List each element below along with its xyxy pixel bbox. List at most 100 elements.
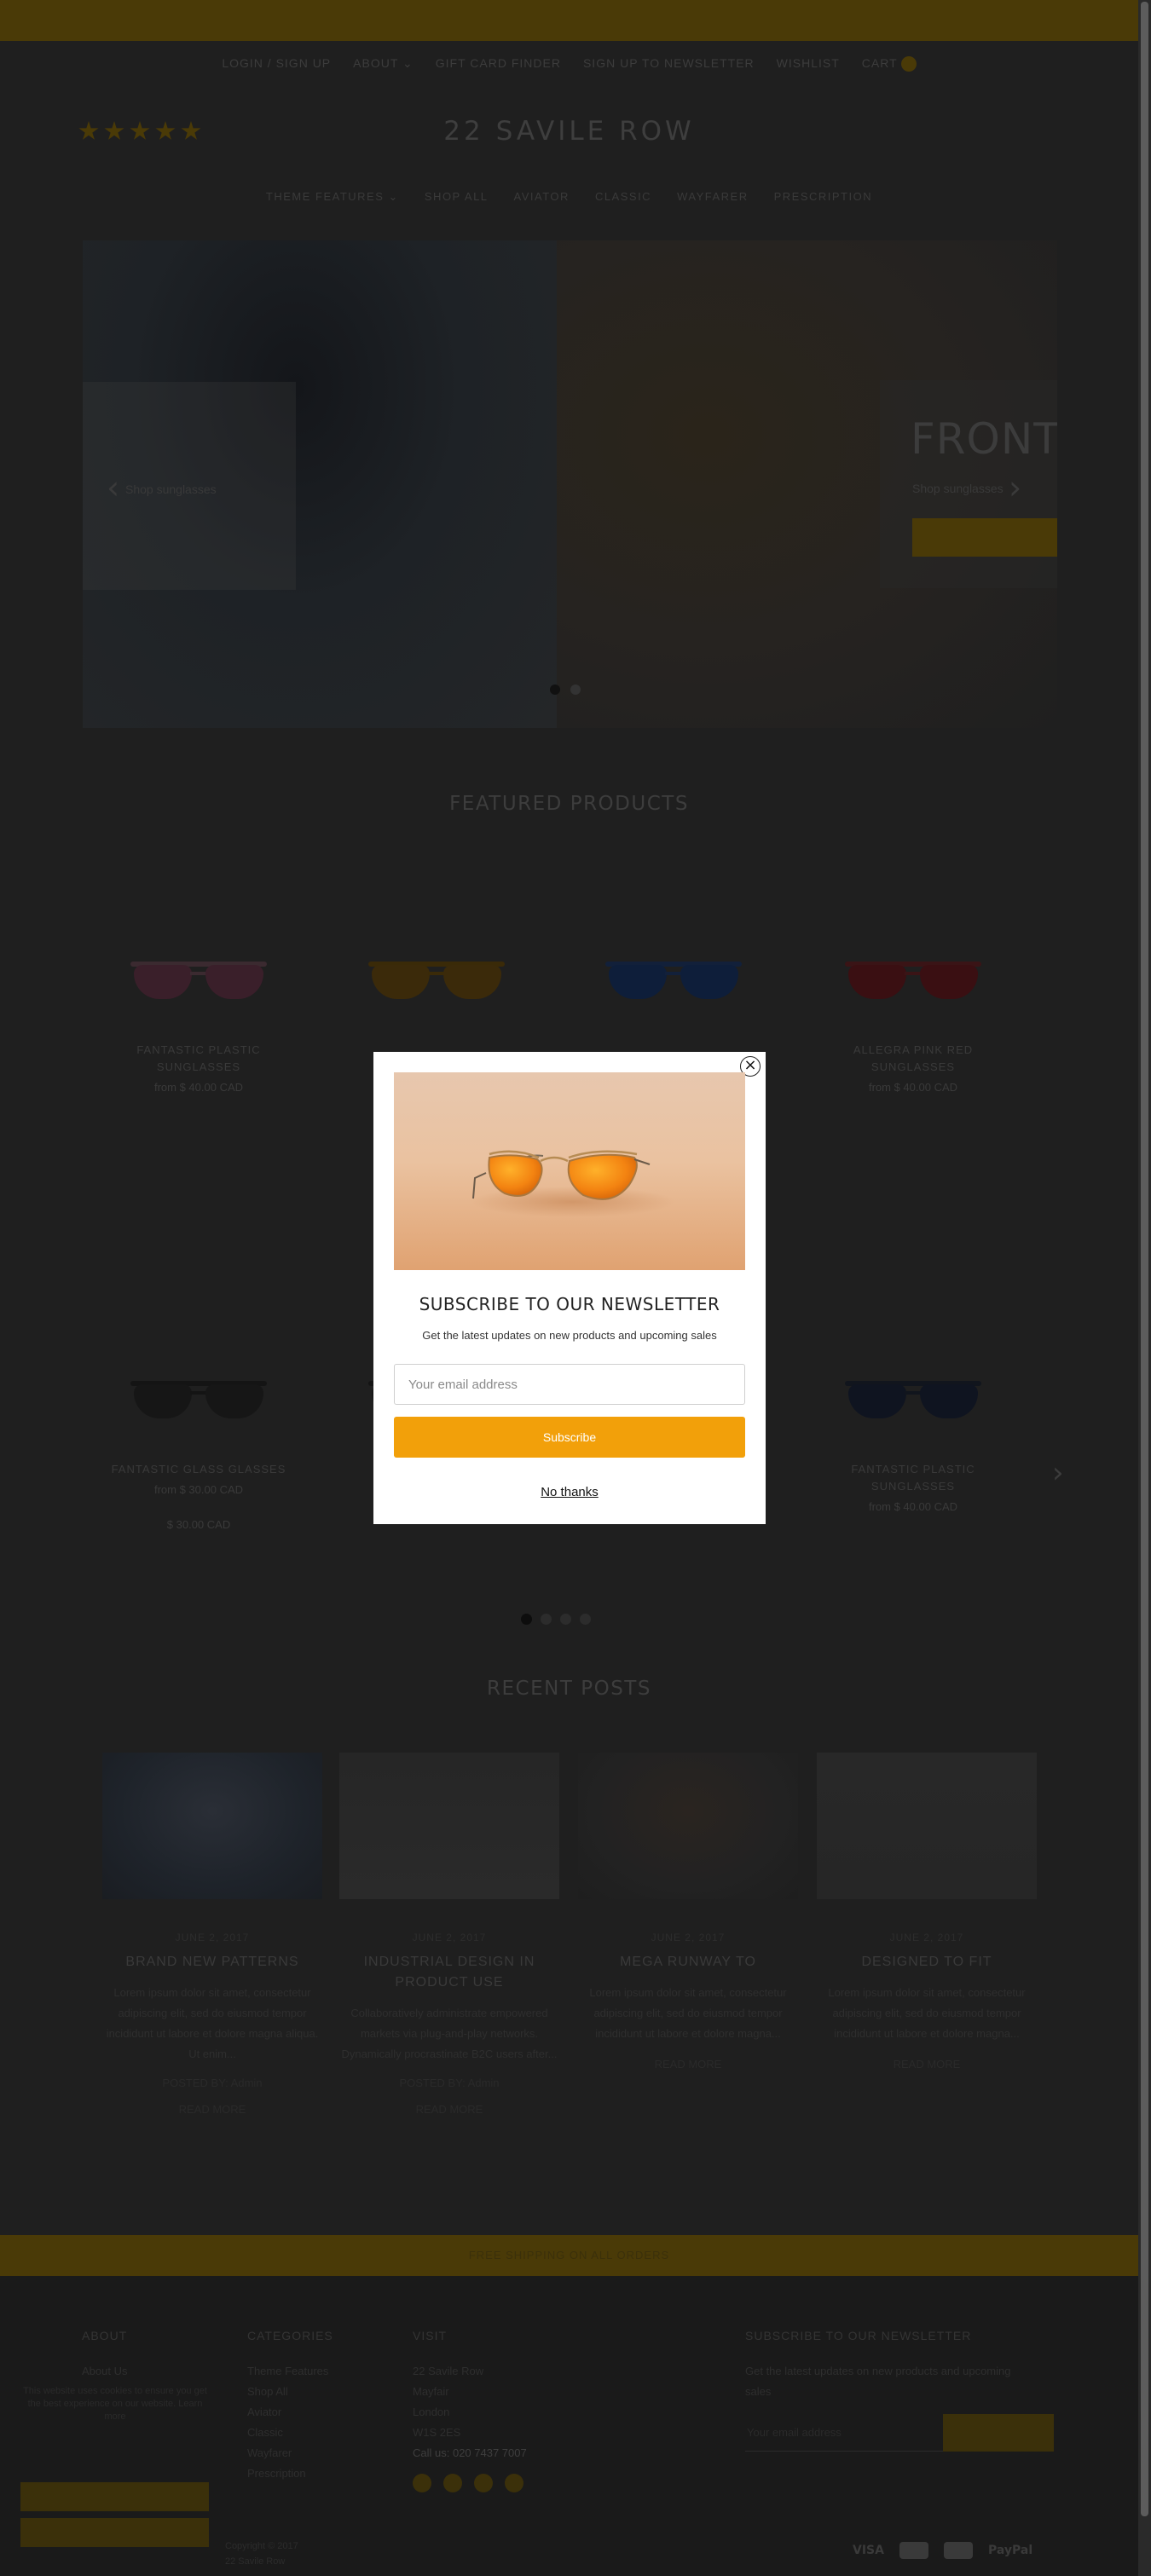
footer-cat-link[interactable]: Theme Features [247, 2361, 333, 2382]
pinterest-icon[interactable] [474, 2474, 493, 2492]
hero-subtitle[interactable]: Shop sunglasses [912, 482, 1004, 495]
post-thumbnail[interactable] [578, 1753, 798, 1899]
blog-post-card: JUNE 2, 2017 INDUSTRIAL DESIGN IN PRODUCT… [339, 1753, 559, 2116]
footer-cat-link[interactable]: Prescription [247, 2463, 333, 2484]
address-line: 22 Savile Row [413, 2365, 484, 2377]
product-image[interactable] [105, 934, 292, 1019]
product-dot[interactable] [521, 1614, 532, 1625]
nav-aviator[interactable]: AVIATOR [514, 190, 570, 204]
cookie-learn-button[interactable] [20, 2518, 209, 2547]
nav-theme-features[interactable]: THEME FEATURES ⌄ [266, 190, 399, 204]
post-title[interactable]: BRAND NEW PATTERNS [102, 1952, 322, 1972]
nav-shop-all[interactable]: SHOP ALL [425, 190, 489, 204]
hero-shop-button[interactable] [912, 518, 1057, 557]
hero-dot[interactable] [570, 684, 581, 695]
newsletter-link[interactable]: SIGN UP TO NEWSLETTER [583, 56, 755, 72]
no-thanks-link[interactable]: No thanks [373, 1485, 766, 1499]
footer-subscribe-button[interactable] [943, 2414, 1054, 2452]
post-thumbnail[interactable] [102, 1753, 322, 1899]
read-more-link[interactable]: READ MORE [339, 2103, 559, 2116]
hero-next-arrow-icon[interactable]: › [1009, 469, 1021, 506]
hero-title: FRONTPA [911, 414, 1057, 464]
scrollbar[interactable] [1138, 0, 1151, 2576]
footer-visit: VISIT 22 Savile Row Mayfair London W1S 2… [413, 2325, 527, 2492]
footer-visit-heading: VISIT [413, 2329, 448, 2342]
product-dot[interactable] [560, 1614, 571, 1625]
post-date: JUNE 2, 2017 [889, 1932, 964, 1944]
nav-prescription[interactable]: PRESCRIPTION [774, 190, 873, 204]
product-image[interactable] [819, 1354, 1007, 1439]
product-card[interactable]: FANTASTIC GLASS GLASSES from $ 30.00 CAD $… [96, 1354, 301, 1531]
post-date: JUNE 2, 2017 [651, 1932, 726, 1944]
read-more-link[interactable]: READ MORE [102, 2103, 322, 2116]
bridge-shape [905, 1391, 922, 1395]
wishlist-link[interactable]: WISHLIST [777, 56, 840, 72]
footer-cat-link[interactable]: Shop All [247, 2382, 333, 2402]
hero-pagination [550, 684, 581, 695]
product-image[interactable] [819, 934, 1007, 1019]
blog-post-card: JUNE 2, 2017 MEGA RUNWAY TO Lorem ipsum do… [578, 1753, 798, 2071]
nav-wayfarer[interactable]: WAYFARER [677, 190, 749, 204]
blog-post-card: JUNE 2, 2017 BRAND NEW PATTERNS Lorem ipsu… [102, 1753, 322, 2116]
footer-email-field[interactable]: Your email address [745, 2414, 943, 2452]
promo-text: FREE SHIPPING ON ALL ORDERS [468, 2249, 670, 2261]
utility-nav: LOGIN / SIGN UP ABOUT ⌄ GIFT CARD FINDER… [0, 56, 1138, 72]
footer-subscribe: SUBSCRIBE TO OUR NEWSLETTER Get the late… [745, 2325, 1027, 2402]
subscribe-button[interactable]: Subscribe [394, 1417, 745, 1458]
product-dot[interactable] [541, 1614, 552, 1625]
hero-subtitle-left[interactable]: Shop sunglasses [125, 482, 217, 496]
product-image[interactable] [580, 934, 767, 1019]
modal-title: SUBSCRIBE TO OUR NEWSLETTER [419, 1294, 720, 1314]
footer-cat-link[interactable]: Wayfarer [247, 2443, 333, 2463]
site-logo[interactable]: 22 SAVILE ROW [0, 116, 1138, 147]
read-more-link[interactable]: READ MORE [817, 2058, 1037, 2071]
product-image[interactable] [105, 1354, 292, 1439]
visa-icon: VISA [853, 2544, 884, 2557]
product-name[interactable]: FANTASTIC PLASTIC SUNGLASSES [811, 1461, 1015, 1495]
twitter-icon[interactable] [443, 2474, 462, 2492]
cart-link[interactable]: CART [862, 56, 917, 72]
product-card[interactable]: ALLEGRA PINK RED SUNGLASSES from $ 40.00 … [811, 934, 1015, 1116]
product-dot[interactable] [580, 1614, 591, 1625]
about-link[interactable]: ABOUT ⌄ [353, 56, 414, 72]
post-title[interactable]: DESIGNED TO FIT [817, 1952, 1037, 1972]
product-card[interactable]: FANTASTIC PLASTIC SUNGLASSES from $ 40.00… [811, 1354, 1015, 1535]
product-card[interactable] [571, 934, 776, 1042]
product-image[interactable] [343, 934, 530, 1019]
footer-cat-link[interactable]: Aviator [247, 2402, 333, 2423]
lens-shape [205, 1384, 263, 1418]
hero-prev-arrow-icon[interactable]: ‹ [107, 469, 119, 506]
lens-shape [205, 965, 263, 999]
footer-about-link[interactable]: About Us [82, 2361, 127, 2382]
instagram-icon[interactable] [505, 2474, 523, 2492]
product-name[interactable]: FANTASTIC PLASTIC SUNGLASSES [96, 1042, 301, 1076]
lens-shape [680, 965, 738, 999]
facebook-icon[interactable] [413, 2474, 431, 2492]
cookie-ok-button[interactable] [20, 2482, 209, 2511]
carousel-next-arrow-icon[interactable]: › [1052, 1456, 1064, 1490]
phone-number: Call us: 020 7437 7007 [413, 2446, 527, 2459]
product-extra-price: $ 30.00 CAD [166, 1518, 231, 1531]
footer-cat-link[interactable]: Classic [247, 2423, 333, 2443]
product-price: from $ 30.00 CAD [153, 1483, 244, 1496]
post-title[interactable]: MEGA RUNWAY TO [578, 1952, 798, 1972]
post-thumbnail[interactable] [339, 1753, 559, 1899]
post-thumbnail[interactable] [817, 1753, 1037, 1899]
product-name[interactable]: FANTASTIC GLASS GLASSES [96, 1461, 301, 1478]
gift-card-link[interactable]: GIFT CARD FINDER [436, 56, 561, 72]
lens-shape [134, 1384, 192, 1418]
product-name[interactable]: ALLEGRA PINK RED SUNGLASSES [811, 1042, 1015, 1076]
product-card[interactable] [334, 934, 539, 1042]
nav-classic[interactable]: CLASSIC [595, 190, 651, 204]
scrollbar-thumb[interactable] [1141, 2, 1148, 2516]
email-input[interactable] [394, 1364, 745, 1405]
hero-dot[interactable] [550, 684, 560, 695]
post-title[interactable]: INDUSTRIAL DESIGN IN PRODUCT USE [339, 1952, 559, 1993]
sunglasses-icon [845, 958, 981, 1002]
product-card[interactable]: FANTASTIC PLASTIC SUNGLASSES from $ 40.00… [96, 934, 301, 1116]
footer-about-heading: ABOUT [82, 2329, 128, 2342]
modal-subtitle: Get the latest updates on new products a… [422, 1329, 717, 1342]
main-nav: THEME FEATURES ⌄ SHOP ALL AVIATOR CLASSI… [0, 190, 1138, 204]
read-more-link[interactable]: READ MORE [578, 2058, 798, 2071]
login-link[interactable]: LOGIN / SIGN UP [222, 56, 331, 72]
